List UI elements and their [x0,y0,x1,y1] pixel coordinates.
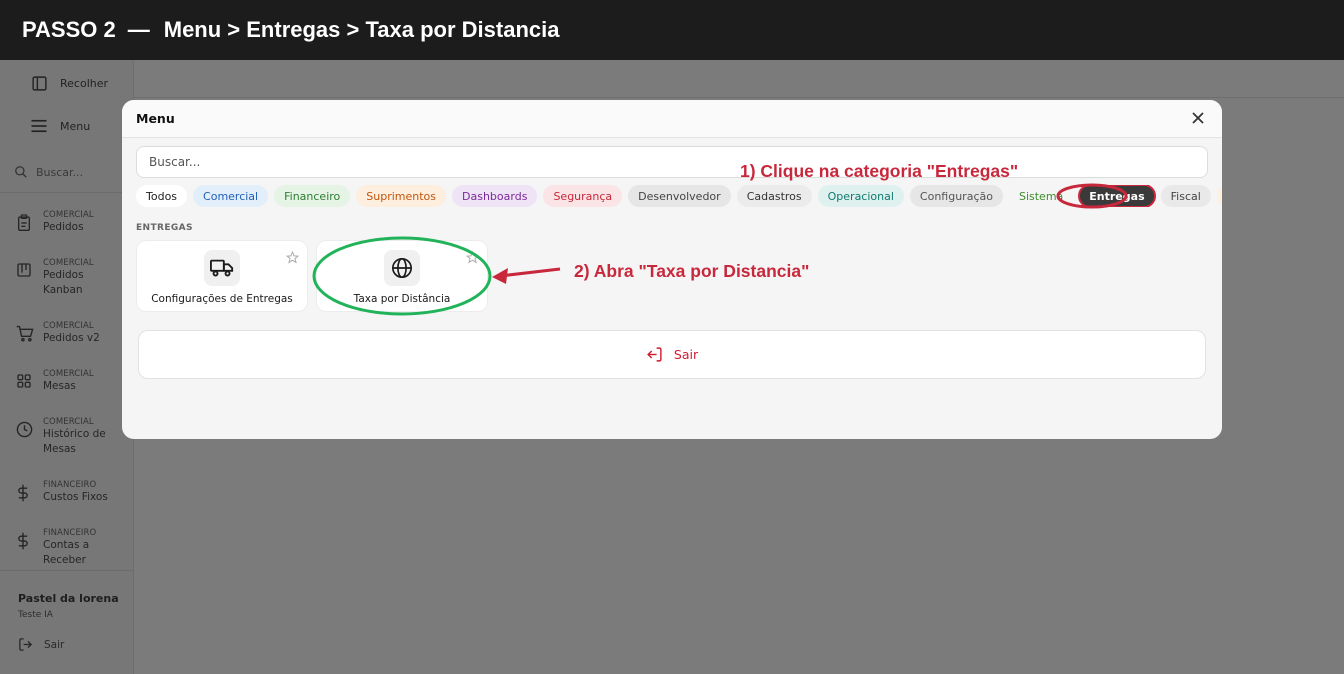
collapse-label: Recolher [60,76,109,90]
section-label: ENTREGAS [136,223,193,233]
banner-dash: — [127,17,150,42]
sidebar-item-category: COMERCIAL [43,369,94,379]
sidebar-logout-label: Sair [44,639,65,651]
hamburger-icon [30,117,48,135]
modal-header: Menu [122,100,1222,138]
sidebar-item-contas-receber[interactable]: FINANCEIRO Contas a Receber [16,528,128,568]
banner-step: PASSO 2 [22,17,116,42]
top-bar [134,60,1344,98]
kanban-icon [16,262,34,280]
chip-dashboards[interactable]: Dashboards [452,185,538,207]
card-label: Taxa por Distância [353,293,451,305]
card-taxa-por-distancia[interactable]: Taxa por Distância [316,240,488,312]
sidebar-item-label: Histórico de Mesas [43,428,106,455]
card-label: Configurações de Entregas [151,293,293,305]
chip-cadastros[interactable]: Cadastros [736,185,812,207]
chip-financeiro[interactable]: Financeiro [274,185,351,207]
divider [0,570,134,571]
modal-logout-button[interactable]: Sair [138,330,1206,379]
chip-desenvolvedor[interactable]: Desenvolvedor [628,185,731,207]
chip-entregas[interactable]: Entregas [1078,185,1156,207]
collapse-button[interactable]: Recolher [30,74,108,92]
cart-icon [16,325,34,343]
divider [0,192,134,193]
sidebar-item-label: Mesas [43,380,76,392]
menu-label: Menu [60,119,91,133]
banner-path: Menu > Entregas > Taxa por Distancia [163,17,560,42]
sidebar-item-category: COMERCIAL [43,258,94,268]
store-user: Teste IA [18,610,53,620]
close-icon[interactable] [1190,110,1206,126]
sidebar: Recolher Menu Buscar... COMERCIAL Pedidos [0,60,134,674]
logout-icon [646,346,664,364]
sidebar-item-category: FINANCEIRO [43,528,97,538]
sidebar-item-label: Pedidos v2 [43,332,100,344]
sidebar-logout-button[interactable]: Sair [18,637,64,653]
store-info: Pastel da lorena Teste IA [18,592,119,620]
chip-operacional[interactable]: Operacional [817,185,904,207]
logout-icon [18,637,34,653]
chip-configuracao[interactable]: Configuração [909,185,1003,207]
category-chips: Todos Comercial Financeiro Suprimentos Dashb… [136,185,1222,207]
globe-icon [384,250,420,286]
chip-todos[interactable]: Todos [136,185,188,207]
sidebar-search[interactable]: Buscar... [8,160,126,184]
sidebar-item-mesas[interactable]: COMERCIAL Mesas [16,369,128,394]
dollar-icon [16,484,34,502]
chip-fiscal[interactable]: Fiscal [1160,185,1211,207]
search-icon [14,165,28,179]
dollar-icon [16,532,34,550]
card-configuracoes-entregas[interactable]: Configurações de Entregas [136,240,308,312]
sidebar-toggle-icon [30,74,48,92]
sidebar-item-label: Pedidos [43,221,84,233]
sidebar-item-pedidos-v2[interactable]: COMERCIAL Pedidos v2 [16,321,128,346]
sidebar-item-label: Pedidos Kanban [43,269,84,296]
star-icon[interactable] [465,249,480,264]
chip-suprimentos[interactable]: Suprimentos [356,185,447,207]
annotation-step2: 2) Abra "Taxa por Distancia" [574,261,810,281]
grid-icon [16,373,34,391]
sidebar-item-pedidos[interactable]: COMERCIAL Pedidos [16,210,128,235]
chip-sistema[interactable]: Sistema [1008,185,1074,207]
sidebar-item-label: Contas a Receber [43,539,90,566]
chip-socios[interactable]: Sócios [1216,185,1222,207]
annotation-step1: 1) Clique na categoria "Entregas" [740,161,1019,181]
chip-seguranca[interactable]: Segurança [543,185,623,207]
sidebar-item-category: FINANCEIRO [43,480,97,490]
sidebar-item-label: Custos Fixos [43,491,108,503]
instruction-banner: PASSO 2 — Menu > Entregas > Taxa por Dis… [0,0,1344,60]
sidebar-item-custos-fixos[interactable]: FINANCEIRO Custos Fixos [16,480,128,505]
menu-search-input[interactable] [136,146,1208,178]
sidebar-item-pedidos-kanban[interactable]: COMERCIAL Pedidos Kanban [16,258,128,298]
menu-button[interactable]: Menu [30,117,90,135]
store-name: Pastel da lorena [18,592,119,605]
clock-icon [16,421,34,439]
sidebar-item-category: COMERCIAL [43,210,94,220]
clipboard-icon [16,214,34,232]
chip-comercial[interactable]: Comercial [193,185,269,207]
sidebar-item-category: COMERCIAL [43,321,94,331]
truck-icon [204,250,240,286]
sidebar-search-placeholder: Buscar... [36,165,84,179]
modal-logout-label: Sair [673,347,699,362]
star-icon[interactable] [285,249,300,264]
sidebar-item-historico-mesas[interactable]: COMERCIAL Histórico de Mesas [16,417,128,457]
sidebar-item-category: COMERCIAL [43,417,94,427]
modal-title: Menu [136,111,175,126]
